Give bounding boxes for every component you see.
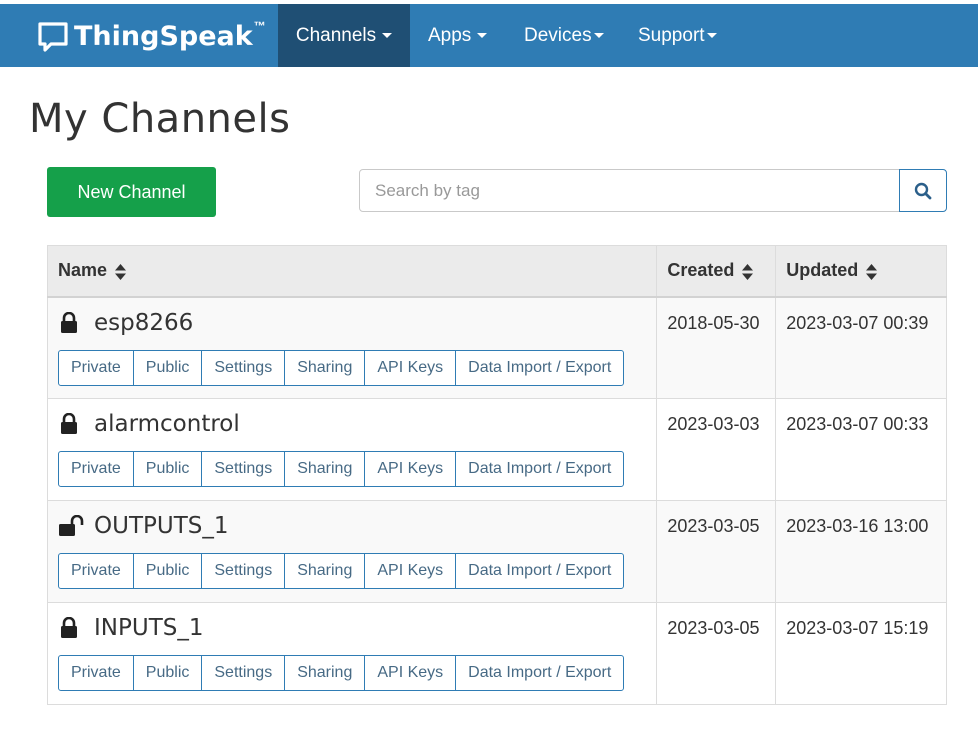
channel-name-cell: esp8266 Private Public Settings Sharing … bbox=[46, 296, 658, 399]
top-navbar: ThingSpeak ™ Channels Apps Devices Suppo… bbox=[0, 4, 978, 67]
api-keys-button[interactable]: API Keys bbox=[364, 451, 457, 487]
nav-apps-label: Apps bbox=[428, 24, 472, 46]
nav-channels-label: Channels bbox=[295, 24, 377, 46]
channel-actions: Private Public Settings Sharing API Keys… bbox=[58, 553, 656, 589]
created-cell: 2023-03-03 bbox=[656, 398, 777, 501]
sharing-button[interactable]: Sharing bbox=[284, 451, 366, 487]
api-keys-button[interactable]: API Keys bbox=[364, 655, 457, 691]
created-header-label: Created bbox=[667, 260, 735, 281]
channel-name-cell: OUTPUTS_1 Private Public Settings Sharin… bbox=[46, 500, 658, 603]
channel-name-link[interactable]: OUTPUTS_1 bbox=[94, 513, 228, 539]
updated-cell: 2023-03-07 00:33 bbox=[775, 398, 947, 501]
sort-icon bbox=[742, 263, 754, 280]
updated-header-label: Updated bbox=[786, 260, 859, 281]
sharing-button[interactable]: Sharing bbox=[284, 553, 366, 589]
chevron-down-icon bbox=[382, 33, 393, 38]
public-view-button[interactable]: Public bbox=[132, 349, 203, 386]
unlock-icon bbox=[59, 515, 84, 536]
nav-devices[interactable]: Devices bbox=[524, 4, 604, 67]
nav-support-label: Support bbox=[638, 24, 705, 46]
data-import-export-button[interactable]: Data Import / Export bbox=[455, 451, 625, 487]
chevron-down-icon bbox=[593, 33, 604, 38]
channels-table: Name Created Updated esp8266 Private Pub… bbox=[46, 245, 947, 705]
updated-cell: 2023-03-07 15:19 bbox=[775, 602, 947, 705]
brand-trademark: ™ bbox=[253, 19, 266, 33]
created-column-header[interactable]: Created bbox=[656, 245, 777, 298]
updated-cell: 2023-03-16 13:00 bbox=[775, 500, 947, 603]
table-row: esp8266 Private Public Settings Sharing … bbox=[46, 296, 947, 399]
brand-logo[interactable]: ThingSpeak ™ bbox=[36, 16, 266, 56]
new-channel-button[interactable]: New Channel bbox=[47, 167, 216, 217]
search-input[interactable] bbox=[359, 169, 900, 212]
public-view-button[interactable]: Public bbox=[132, 655, 203, 691]
lock-icon bbox=[61, 311, 77, 333]
table-row: OUTPUTS_1 Private Public Settings Sharin… bbox=[46, 500, 947, 603]
nav-support[interactable]: Support bbox=[638, 4, 717, 67]
sort-icon bbox=[115, 263, 127, 280]
created-cell: 2023-03-05 bbox=[656, 500, 777, 603]
private-view-button[interactable]: Private bbox=[58, 451, 134, 487]
created-cell: 2023-03-05 bbox=[656, 602, 777, 705]
channel-name-link[interactable]: INPUTS_1 bbox=[94, 615, 203, 641]
brand-name: ThingSpeak bbox=[74, 20, 253, 52]
nav-devices-label: Devices bbox=[524, 24, 592, 46]
settings-button[interactable]: Settings bbox=[201, 349, 286, 386]
search-icon bbox=[914, 182, 932, 199]
settings-button[interactable]: Settings bbox=[201, 451, 286, 487]
private-view-button[interactable]: Private bbox=[58, 553, 134, 589]
settings-button[interactable]: Settings bbox=[201, 655, 286, 691]
table-header-row: Name Created Updated bbox=[46, 245, 947, 298]
search-button[interactable] bbox=[899, 169, 947, 212]
sharing-button[interactable]: Sharing bbox=[284, 349, 366, 386]
private-view-button[interactable]: Private bbox=[58, 655, 134, 691]
channel-name-link[interactable]: esp8266 bbox=[94, 310, 193, 336]
api-keys-button[interactable]: API Keys bbox=[364, 553, 457, 589]
channel-name-cell: INPUTS_1 Private Public Settings Sharing… bbox=[46, 602, 658, 705]
channel-actions: Private Public Settings Sharing API Keys… bbox=[58, 451, 656, 487]
data-import-export-button[interactable]: Data Import / Export bbox=[455, 655, 625, 691]
private-view-button[interactable]: Private bbox=[58, 349, 134, 386]
table-row: alarmcontrol Private Public Settings Sha… bbox=[46, 398, 947, 501]
data-import-export-button[interactable]: Data Import / Export bbox=[455, 349, 625, 386]
created-cell: 2018-05-30 bbox=[656, 296, 777, 399]
channel-name-link[interactable]: alarmcontrol bbox=[94, 411, 240, 437]
chevron-down-icon bbox=[706, 33, 717, 38]
api-keys-button[interactable]: API Keys bbox=[364, 349, 457, 386]
public-view-button[interactable]: Public bbox=[132, 451, 203, 487]
channel-actions: Private Public Settings Sharing API Keys… bbox=[58, 349, 656, 386]
table-row: INPUTS_1 Private Public Settings Sharing… bbox=[46, 602, 947, 705]
thingspeak-logo-icon bbox=[38, 22, 68, 52]
nav-apps[interactable]: Apps bbox=[428, 4, 488, 67]
name-header-label: Name bbox=[58, 260, 108, 281]
data-import-export-button[interactable]: Data Import / Export bbox=[455, 553, 625, 589]
sharing-button[interactable]: Sharing bbox=[284, 655, 366, 691]
settings-button[interactable]: Settings bbox=[201, 553, 286, 589]
name-column-header[interactable]: Name bbox=[46, 245, 658, 298]
updated-cell: 2023-03-07 00:39 bbox=[775, 296, 947, 399]
nav-channels[interactable]: Channels bbox=[278, 4, 410, 67]
lock-icon bbox=[61, 617, 77, 638]
channel-actions: Private Public Settings Sharing API Keys… bbox=[58, 655, 656, 691]
public-view-button[interactable]: Public bbox=[132, 553, 203, 589]
channel-name-cell: alarmcontrol Private Public Settings Sha… bbox=[46, 398, 658, 501]
sort-icon bbox=[866, 263, 878, 280]
chevron-down-icon bbox=[477, 33, 488, 38]
page-title: My Channels bbox=[29, 96, 291, 142]
lock-icon bbox=[61, 413, 77, 434]
updated-column-header[interactable]: Updated bbox=[775, 245, 947, 298]
